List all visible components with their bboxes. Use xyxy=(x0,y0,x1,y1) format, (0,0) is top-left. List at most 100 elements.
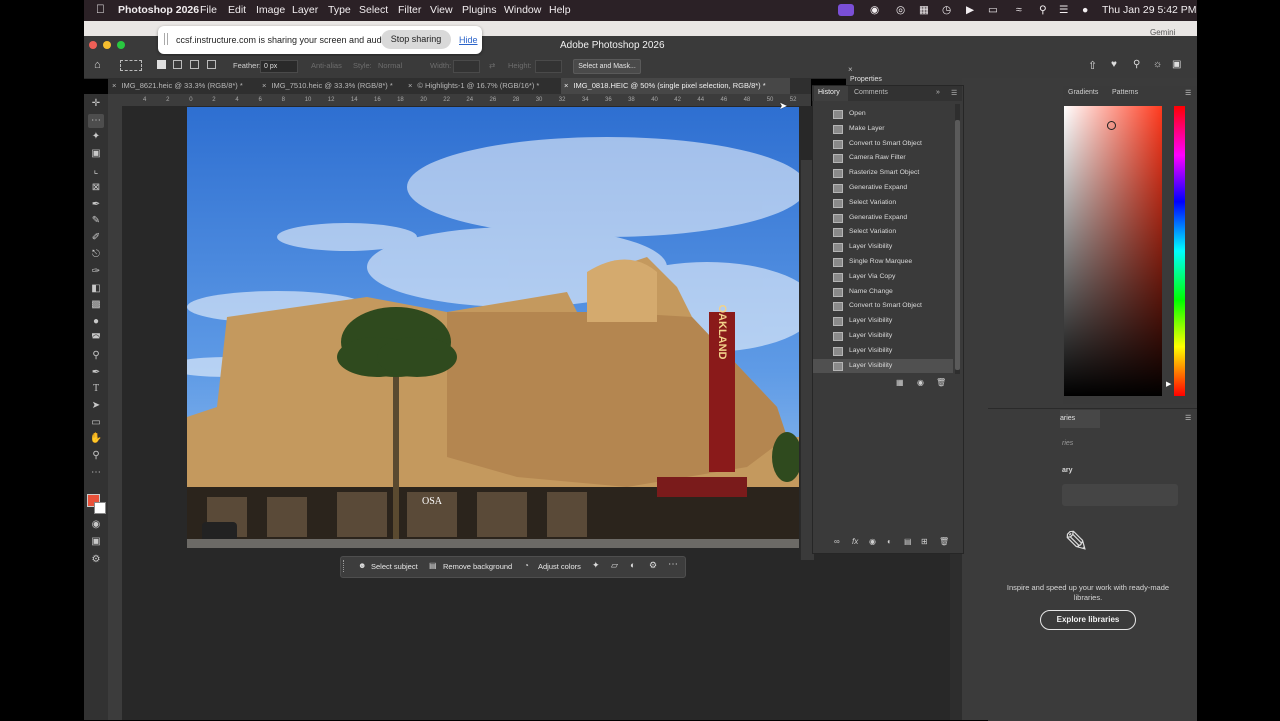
smudge-tool-icon[interactable]: ⚲ xyxy=(88,349,104,363)
history-state-item[interactable]: Rasterize Smart Object xyxy=(813,166,953,181)
wifi-icon[interactable]: ≈ xyxy=(1016,4,1022,16)
history-state-item[interactable]: Layer Visibility xyxy=(813,314,953,329)
menu-window[interactable]: Window xyxy=(504,4,541,16)
close-panel-icon[interactable]: × xyxy=(848,65,853,74)
menu-select[interactable]: Select xyxy=(359,4,388,16)
close-tab-icon[interactable]: × xyxy=(408,81,412,90)
delete-state-icon[interactable]: 🗑 xyxy=(936,378,946,387)
height-input[interactable] xyxy=(535,60,562,73)
collapse-panel-icon[interactable]: » xyxy=(936,89,940,96)
select-subject-button[interactable]: Select subject xyxy=(371,562,418,571)
history-state-item[interactable]: Make Layer xyxy=(813,122,953,137)
document-tab[interactable]: × © Highlights-1 @ 16.7% (RGB/16*) * xyxy=(408,78,560,94)
history-state-item[interactable]: Layer Visibility xyxy=(813,329,953,344)
intersect-selection-icon[interactable] xyxy=(207,60,216,69)
select-and-mask-button[interactable]: Select and Mask... xyxy=(573,59,641,74)
menubar-clock[interactable]: Thu Jan 29 5:42 PM xyxy=(1102,4,1197,16)
stamp-tool-icon[interactable]: ⎋ xyxy=(88,248,104,262)
history-state-item[interactable]: Layer Via Copy xyxy=(813,270,953,285)
minimize-window-button[interactable] xyxy=(103,41,111,49)
stop-sharing-button[interactable]: Stop sharing xyxy=(381,30,451,49)
anti-alias-checkbox[interactable]: Anti-alias xyxy=(311,61,342,70)
creative-cloud-icon[interactable]: ◉ xyxy=(870,4,879,16)
close-tab-icon[interactable]: × xyxy=(112,81,116,90)
status-icon[interactable]: ▦ xyxy=(919,4,929,16)
background-color-swatch[interactable] xyxy=(94,502,106,514)
tab-gradients[interactable]: Gradients xyxy=(1068,89,1098,96)
menu-plugins[interactable]: Plugins xyxy=(462,4,496,16)
document-image[interactable]: OAKLAND OSA xyxy=(187,107,799,548)
generative-icon[interactable]: ✦ xyxy=(592,560,600,571)
swap-icon[interactable]: ⇄ xyxy=(489,61,495,70)
pen-tool-icon[interactable]: ✒ xyxy=(88,366,104,380)
color-saturation-field[interactable] xyxy=(1064,106,1162,396)
drag-handle-icon[interactable] xyxy=(164,33,168,45)
new-selection-icon[interactable] xyxy=(157,60,166,69)
rectangle-tool-icon[interactable]: ▭ xyxy=(88,416,104,430)
dodge-tool-icon[interactable]: ◚ xyxy=(88,332,104,346)
adjustment-layer-icon[interactable]: ◐ xyxy=(887,537,892,546)
tab-patterns[interactable]: Patterns xyxy=(1112,89,1138,96)
color-panel-menu-icon[interactable]: ☰ xyxy=(1185,89,1191,97)
app-name-menu[interactable]: Photoshop 2026 xyxy=(118,4,199,16)
share-icon[interactable]: ⇧ xyxy=(1088,59,1097,72)
zoom-tool-icon[interactable]: ⚲ xyxy=(88,449,104,463)
history-state-item[interactable]: Select Variation xyxy=(813,196,953,211)
properties-title[interactable]: Properties xyxy=(850,76,882,83)
apple-menu-icon[interactable]:  xyxy=(96,2,105,16)
style-select[interactable]: Normal xyxy=(378,61,402,70)
adjust-colors-button[interactable]: Adjust colors xyxy=(538,562,581,571)
type-tool-icon[interactable]: T xyxy=(88,382,104,396)
document-tab-active[interactable]: × IMG_0818.HEIC @ 50% (single pixel selec… xyxy=(561,78,790,94)
marquee-tool-icon[interactable]: ⋯ xyxy=(88,114,104,128)
add-mask-icon[interactable]: ◉ xyxy=(869,537,876,546)
history-state-item[interactable]: Convert to Smart Object xyxy=(813,137,953,152)
history-state-item[interactable]: Layer Visibility xyxy=(813,240,953,255)
libraries-menu-icon[interactable]: ☰ xyxy=(1185,414,1191,422)
transform-icon[interactable]: ▱ xyxy=(611,560,618,571)
eraser-tool-icon[interactable]: ◧ xyxy=(88,282,104,296)
blur-tool-icon[interactable]: ● xyxy=(88,315,104,329)
delete-layer-icon[interactable]: 🗑 xyxy=(939,537,949,546)
screen-share-status-icon[interactable] xyxy=(838,4,854,16)
zoom-window-button[interactable] xyxy=(117,41,125,49)
subtract-selection-icon[interactable] xyxy=(190,60,199,69)
lasso-tool-icon[interactable]: ✦ xyxy=(88,130,104,144)
remove-background-button[interactable]: Remove background xyxy=(443,562,512,571)
discover-icon[interactable]: ☼ xyxy=(1153,59,1162,70)
screen-mode-icon[interactable]: ▣ xyxy=(88,535,104,549)
play-icon[interactable]: ▶ xyxy=(966,4,974,16)
tab-libraries[interactable]: aries xyxy=(1060,410,1100,428)
hue-slider[interactable] xyxy=(1174,106,1185,396)
hide-banner-link[interactable]: Hide xyxy=(459,35,478,45)
new-group-icon[interactable]: ▤ xyxy=(904,537,912,546)
history-brush-tool-icon[interactable]: ✑ xyxy=(88,265,104,279)
history-state-item[interactable]: Generative Expand xyxy=(813,211,953,226)
home-icon[interactable]: ⌂ xyxy=(94,59,101,71)
move-tool-icon[interactable]: ✛ xyxy=(88,97,104,111)
mask-icon[interactable]: ◐ xyxy=(630,560,635,570)
explore-libraries-button[interactable]: Explore libraries xyxy=(1040,610,1136,630)
link-layers-icon[interactable]: ∞ xyxy=(834,537,840,546)
menu-view[interactable]: View xyxy=(430,4,453,16)
snapshot-icon[interactable]: ◉ xyxy=(917,378,924,387)
menu-image[interactable]: Image xyxy=(256,4,285,16)
history-state-item[interactable]: Open xyxy=(813,107,953,122)
path-select-tool-icon[interactable]: ➤ xyxy=(88,399,104,413)
gemini-label[interactable]: Gemini xyxy=(1150,28,1175,37)
menu-file[interactable]: File xyxy=(200,4,217,16)
history-state-item[interactable]: Generative Expand xyxy=(813,181,953,196)
document-tab[interactable]: × IMG_8621.heic @ 33.3% (RGB/8*) * xyxy=(112,78,262,94)
battery-icon[interactable]: ▭ xyxy=(988,4,998,16)
search-icon[interactable]: ⚲ xyxy=(1039,4,1047,16)
tab-comments[interactable]: Comments xyxy=(854,89,888,96)
layer-style-icon[interactable]: fx xyxy=(852,537,858,546)
eyedropper-tool-icon[interactable]: ✒ xyxy=(88,198,104,212)
search-panel-icon[interactable]: ⚲ xyxy=(1133,59,1140,70)
new-layer-icon[interactable]: ⊞ xyxy=(921,537,928,546)
menu-type[interactable]: Type xyxy=(328,4,351,16)
history-scroll-thumb[interactable] xyxy=(955,120,960,370)
menu-help[interactable]: Help xyxy=(549,4,571,16)
close-tab-icon[interactable]: × xyxy=(564,81,568,90)
close-window-button[interactable] xyxy=(89,41,97,49)
